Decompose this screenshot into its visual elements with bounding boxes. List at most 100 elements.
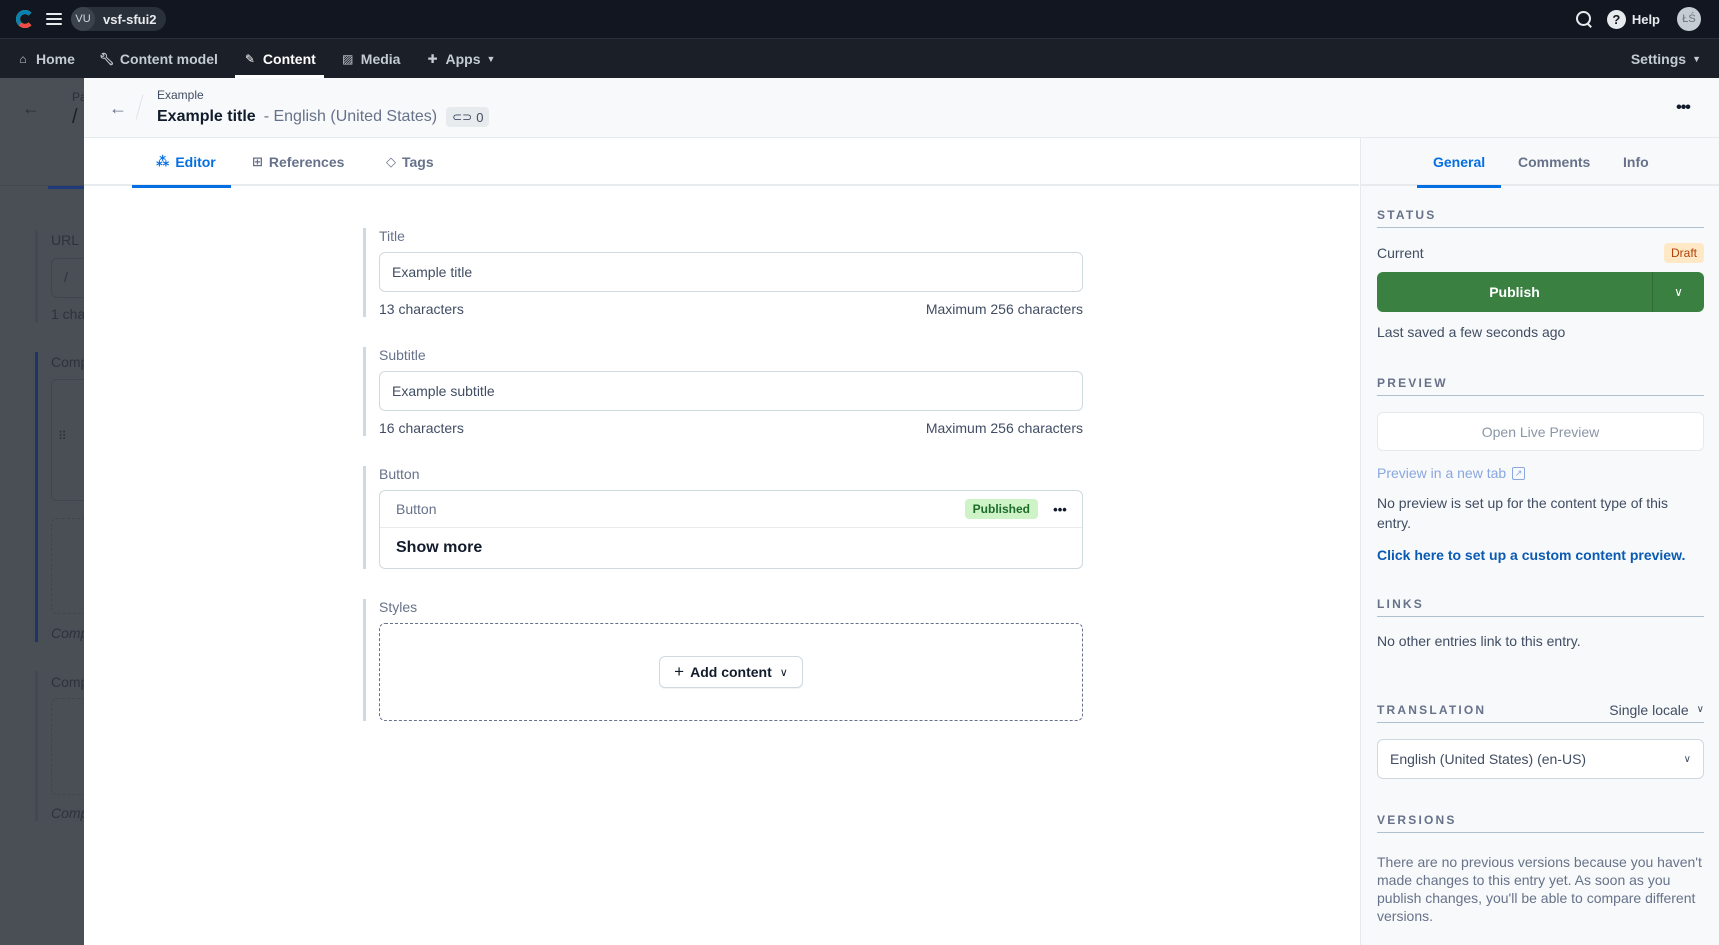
search-icon[interactable] <box>1575 10 1593 28</box>
background-comp-help: Comp <box>51 625 84 641</box>
space-avatar: VU <box>71 7 95 31</box>
field-button: Button Button Published ••• Show more <box>363 466 1083 569</box>
user-avatar[interactable]: ŁŚ <box>1677 7 1701 31</box>
tag-icon: ◇ <box>386 154 396 169</box>
nav-apps[interactable]: ✚ Apps ▼ <box>425 39 495 78</box>
arrow-left-icon: ← <box>109 97 127 118</box>
drag-handle-icon: ⠿ <box>58 429 67 443</box>
nav-settings[interactable]: Settings ▼ <box>1631 39 1701 79</box>
entry-form: Title Example title 13 characters Maximu… <box>363 228 1083 751</box>
nav-settings-label: Settings <box>1630 51 1687 67</box>
char-count: 16 characters <box>379 420 464 436</box>
background-comp2-label: Comp <box>51 674 84 690</box>
chevron-down-icon: ∨ <box>1674 285 1683 299</box>
background-dropzone <box>51 518 84 614</box>
incoming-links-badge[interactable]: ⊂⊃ 0 <box>446 107 490 127</box>
links-count: 0 <box>476 109 484 125</box>
status-badge: Draft <box>1663 243 1704 263</box>
wrench-icon: 🔧︎ <box>99 51 115 66</box>
current-status-label: Current <box>1377 245 1424 261</box>
tab-tags-label: Tags <box>402 154 434 170</box>
link-icon: ⊂⊃ <box>452 110 473 124</box>
background-slug: / <box>72 106 78 128</box>
background-page-overlay[interactable]: ← Pa / URL / 1 cha Comp ⠿ Comp Comp Comp <box>0 78 84 945</box>
title-input[interactable]: Example title <box>379 252 1083 292</box>
nav-content-model[interactable]: 🔧︎ Content model <box>99 39 218 78</box>
background-header: ← Pa / <box>0 78 84 186</box>
tab-comments[interactable]: Comments <box>1518 138 1590 186</box>
field-indicator <box>35 671 38 821</box>
field-subtitle: Subtitle Example subtitle 16 characters … <box>363 347 1083 436</box>
background-comp-card <box>51 379 84 501</box>
contentful-logo-icon[interactable] <box>16 10 34 28</box>
reference-card[interactable]: Button Published ••• Show more <box>379 490 1083 569</box>
nav-home-label: Home <box>36 50 75 67</box>
styles-dropzone: + Add content ∨ <box>379 623 1083 721</box>
background-url-help: 1 cha <box>51 306 84 322</box>
tab-general[interactable]: General <box>1416 138 1502 188</box>
section-heading: LINKS <box>1377 596 1424 611</box>
field-styles: Styles + Add content ∨ <box>363 599 1083 721</box>
open-live-preview-button[interactable]: Open Live Preview <box>1377 412 1704 451</box>
image-icon: ▨ <box>342 51 354 66</box>
tab-references[interactable]: ⊞ References <box>252 138 344 186</box>
versions-section-header: VERSIONS <box>1377 803 1704 833</box>
field-label: Styles <box>379 599 418 615</box>
references-icon: ⊞ <box>252 154 263 169</box>
publish-options-button[interactable]: ∨ <box>1652 272 1704 312</box>
more-options-icon[interactable]: ••• <box>1671 96 1695 120</box>
no-preview-text: No preview is set up for the content typ… <box>1377 495 1669 531</box>
plus-icon: + <box>674 662 685 681</box>
field-label: Title <box>379 228 405 244</box>
subtitle-input[interactable]: Example subtitle <box>379 371 1083 411</box>
help-label: Help <box>1631 11 1660 27</box>
field-indicator <box>35 352 38 642</box>
nav-home[interactable]: ⌂ Home <box>16 39 75 78</box>
help-button[interactable]: ? Help <box>1606 9 1660 29</box>
field-label: Button <box>379 466 420 482</box>
section-heading: VERSIONS <box>1377 812 1457 827</box>
back-button[interactable]: ← <box>106 96 130 120</box>
menu-icon[interactable] <box>46 13 62 25</box>
nav-content[interactable]: ✎ Content <box>234 39 324 78</box>
field-title: Title Example title 13 characters Maximu… <box>363 228 1083 317</box>
entry-editor-panel: ← Example Example title - English (Unite… <box>84 78 1719 945</box>
puzzle-icon: ✚ <box>427 51 438 66</box>
tab-editor[interactable]: ⁂ Editor <box>132 138 231 188</box>
char-count: 13 characters <box>379 301 464 317</box>
field-indicator <box>35 230 38 323</box>
pen-icon: ✎ <box>244 51 255 66</box>
nav-media[interactable]: ▨ Media <box>341 39 400 78</box>
locale-mode-label: Single locale <box>1609 701 1689 718</box>
links-text: No other entries link to this entry. <box>1377 633 1581 649</box>
home-icon: ⌂ <box>19 51 27 66</box>
locale-select-value: English (United States) (en-US) <box>1390 751 1587 767</box>
locale-select[interactable]: English (United States) (en-US) ∨ <box>1377 739 1704 779</box>
tab-tags[interactable]: ◇ Tags <box>386 138 434 186</box>
entry-locale: - English (United States) <box>263 108 438 125</box>
back-arrow-icon: ← <box>22 98 40 118</box>
tab-references-label: References <box>268 154 345 170</box>
background-tab-indicator <box>48 186 84 189</box>
space-name: vsf-sfui2 <box>103 11 157 27</box>
entry-sidebar: General Comments Info STATUS Current Dra… <box>1360 138 1719 945</box>
publish-button[interactable]: Publish <box>1377 272 1652 312</box>
entry-title: Example title <box>157 108 256 125</box>
show-more-button[interactable]: Show more <box>380 528 1082 568</box>
tab-info[interactable]: Info <box>1623 138 1649 186</box>
space-switcher[interactable]: VU vsf-sfui2 <box>71 7 167 31</box>
custom-preview-link[interactable]: Click here to set up a custom content pr… <box>1377 547 1704 563</box>
top-bar: VU vsf-sfui2 ? Help ŁŚ <box>0 0 1719 38</box>
versions-text: There are no previous versions because y… <box>1377 854 1702 924</box>
preview-new-tab-link[interactable]: Preview in a new tab ↗ <box>1377 465 1704 481</box>
status-section-header: STATUS <box>1377 198 1704 228</box>
reference-type: Button <box>396 501 437 517</box>
divider <box>135 94 144 120</box>
locale-mode-select[interactable]: Single locale ∨ <box>1609 702 1704 718</box>
section-heading: PREVIEW <box>1377 375 1448 390</box>
chevron-down-icon: ∨ <box>779 666 788 679</box>
add-content-button[interactable]: + Add content ∨ <box>659 656 803 688</box>
more-options-icon[interactable]: ••• <box>1050 499 1070 519</box>
editor-icon: ⁂ <box>156 154 170 169</box>
translation-section-header: TRANSLATION Single locale ∨ <box>1377 693 1704 723</box>
